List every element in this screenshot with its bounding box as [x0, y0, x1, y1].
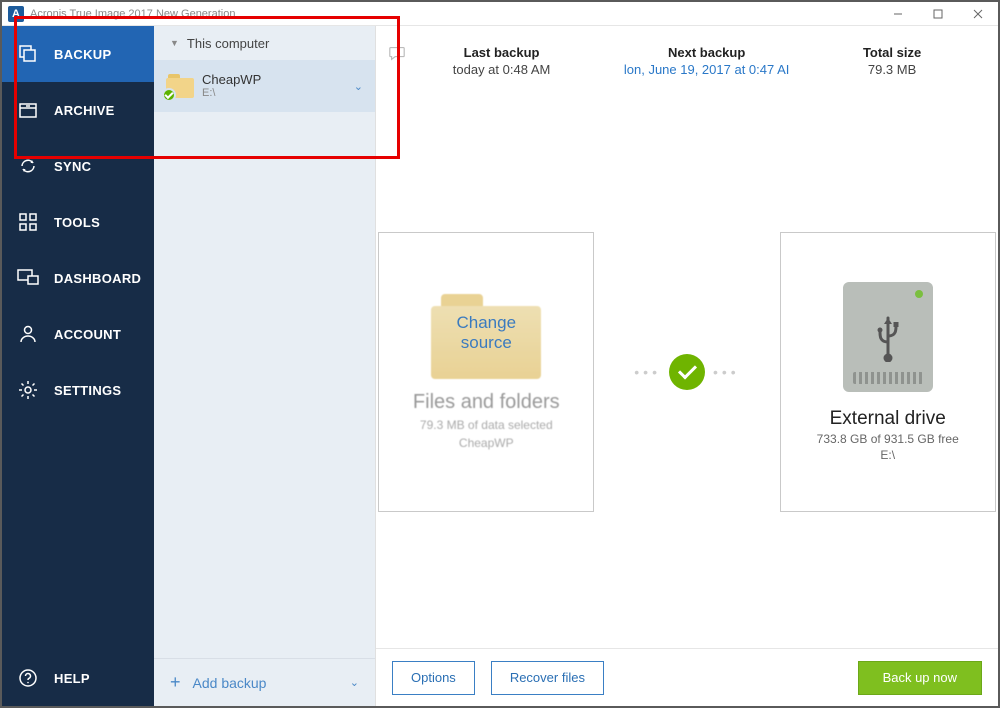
destination-card[interactable]: External drive 733.8 GB of 931.5 GB free…: [780, 232, 996, 512]
next-backup-label: Next backup: [624, 45, 790, 60]
backup-name: CheapWP: [202, 72, 354, 88]
sidebar-label: TOOLS: [54, 215, 100, 230]
dest-sub1: 733.8 GB of 931.5 GB free: [817, 432, 959, 446]
sidebar-label: BACKUP: [54, 47, 111, 62]
app-body: BACKUP ARCHIVE SYNC TOOLS DASHBOARD ACCO…: [2, 26, 998, 706]
change-source-link[interactable]: Change source: [457, 313, 517, 354]
source-title: Files and folders: [413, 391, 560, 414]
options-button[interactable]: Options: [392, 661, 475, 695]
panel-header[interactable]: ▼ This computer: [154, 26, 375, 60]
sidebar-label: SETTINGS: [54, 383, 121, 398]
window-title: Acronis True Image 2017 New Generation: [30, 8, 235, 20]
source-sub1: 79.3 MB of data selected: [420, 418, 553, 432]
info-next-backup: Next backup lon, June 19, 2017 at 0:47 A…: [624, 45, 790, 77]
backup-icon: [16, 44, 40, 64]
recover-files-button[interactable]: Recover files: [491, 661, 604, 695]
sidebar-item-dashboard[interactable]: DASHBOARD: [2, 250, 154, 306]
panel-header-label: This computer: [187, 36, 269, 51]
sidebar-item-settings[interactable]: SETTINGS: [2, 362, 154, 418]
backup-canvas: Change source Files and folders 79.3 MB …: [376, 96, 998, 648]
backup-path: E:\: [202, 87, 354, 100]
comment-icon[interactable]: [388, 44, 406, 67]
chevron-down-icon: ▼: [170, 38, 179, 48]
chevron-down-icon[interactable]: ⌄: [350, 676, 359, 689]
total-size-value: 79.3 MB: [863, 62, 921, 77]
last-backup-value: today at 0:48 AM: [453, 62, 551, 77]
status-ok-icon: [669, 354, 705, 390]
tools-icon: [16, 212, 40, 232]
sidebar-item-account[interactable]: ACCOUNT: [2, 306, 154, 362]
total-size-label: Total size: [863, 45, 921, 60]
usb-icon: [871, 312, 905, 362]
backup-now-button[interactable]: Back up now: [858, 661, 982, 695]
backup-list-panel: ▼ This computer CheapWP E:\ ⌄ + Add back…: [154, 26, 376, 706]
sidebar-item-tools[interactable]: TOOLS: [2, 194, 154, 250]
app-icon: A: [8, 6, 24, 22]
close-button[interactable]: [958, 2, 998, 26]
dots-left: •••: [634, 364, 661, 380]
titlebar: A Acronis True Image 2017 New Generation: [2, 2, 998, 26]
dest-sub2: E:\: [880, 448, 895, 462]
add-backup-button[interactable]: + Add backup ⌄: [154, 658, 375, 706]
dashboard-icon: [16, 268, 40, 288]
sidebar-label: ACCOUNT: [54, 327, 121, 342]
chevron-down-icon[interactable]: ⌄: [354, 80, 363, 93]
sidebar-label: HELP: [54, 671, 90, 686]
sync-icon: [16, 156, 40, 176]
gear-icon: [16, 380, 40, 400]
plus-icon: +: [170, 672, 181, 693]
connector: ••• •••: [634, 354, 739, 390]
main-content: Last backup today at 0:48 AM Next backup…: [376, 26, 998, 706]
info-total-size: Total size 79.3 MB: [863, 45, 921, 77]
source-card[interactable]: Change source Files and folders 79.3 MB …: [378, 232, 594, 512]
next-backup-value[interactable]: lon, June 19, 2017 at 0:47 AI: [624, 62, 790, 77]
bottom-bar: Options Recover files Back up now: [376, 648, 998, 706]
maximize-button[interactable]: [918, 2, 958, 26]
account-icon: [16, 324, 40, 344]
external-drive-icon: [843, 282, 933, 392]
minimize-button[interactable]: [878, 2, 918, 26]
dots-right: •••: [713, 364, 740, 380]
dest-title: External drive: [830, 408, 946, 430]
source-sub2: CheapWP: [459, 436, 514, 450]
backup-list-item[interactable]: CheapWP E:\ ⌄: [154, 60, 375, 112]
sidebar: BACKUP ARCHIVE SYNC TOOLS DASHBOARD ACCO…: [2, 26, 154, 706]
add-backup-label: Add backup: [193, 675, 267, 691]
sidebar-label: SYNC: [54, 159, 91, 174]
sidebar-item-sync[interactable]: SYNC: [2, 138, 154, 194]
sidebar-label: ARCHIVE: [54, 103, 115, 118]
info-last-backup: Last backup today at 0:48 AM: [453, 45, 551, 77]
check-badge-icon: [162, 88, 176, 102]
sidebar-item-help[interactable]: HELP: [2, 650, 154, 706]
backup-info-bar: Last backup today at 0:48 AM Next backup…: [376, 26, 998, 96]
app-window: A Acronis True Image 2017 New Generation…: [0, 0, 1000, 708]
last-backup-label: Last backup: [453, 45, 551, 60]
archive-icon: [16, 100, 40, 120]
sidebar-item-backup[interactable]: BACKUP: [2, 26, 154, 82]
sidebar-item-archive[interactable]: ARCHIVE: [2, 82, 154, 138]
folder-icon: [166, 74, 194, 98]
window-controls: [878, 2, 998, 26]
sidebar-label: DASHBOARD: [54, 271, 141, 286]
help-icon: [16, 668, 40, 688]
